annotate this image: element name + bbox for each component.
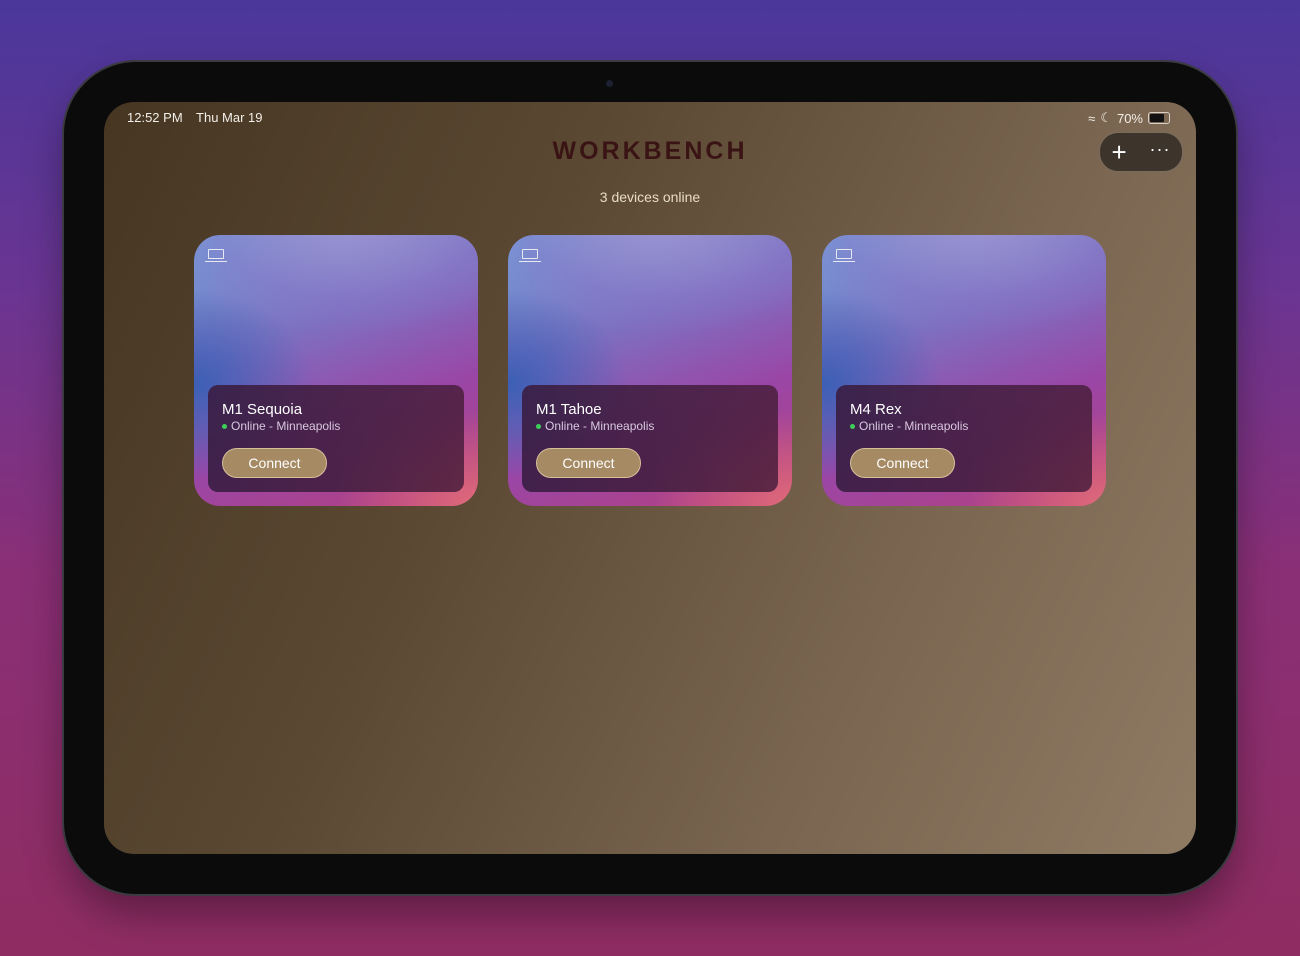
laptop-icon [836, 249, 852, 259]
device-status: Online - Minneapolis [222, 419, 340, 433]
device-name: M1 Sequoia [222, 401, 302, 418]
device-status: Online - Minneapolis [536, 419, 654, 433]
battery-percent: 70% [1117, 111, 1143, 126]
device-info-panel: M1 Sequoia Online - Minneapolis Connect [208, 385, 464, 492]
device-name: M4 Rex [850, 401, 902, 418]
device-card[interactable]: M1 Tahoe Online - Minneapolis Connect [508, 235, 792, 506]
device-status-text: Online - Minneapolis [859, 419, 968, 433]
device-card[interactable]: M1 Sequoia Online - Minneapolis Connect [194, 235, 478, 506]
device-card[interactable]: M4 Rex Online - Minneapolis Connect [822, 235, 1106, 506]
device-info-panel: M4 Rex Online - Minneapolis Connect [836, 385, 1092, 492]
page-title: WORKBENCH [104, 137, 1196, 166]
device-status-text: Online - Minneapolis [231, 419, 340, 433]
status-date: Thu Mar 19 [196, 110, 262, 125]
camera [606, 80, 613, 87]
online-dot-icon [222, 424, 227, 429]
online-dot-icon [850, 424, 855, 429]
online-dot-icon [536, 424, 541, 429]
connect-button[interactable]: Connect [536, 448, 641, 478]
devices-online-count: 3 devices online [104, 189, 1196, 205]
laptop-icon [208, 249, 224, 259]
battery-icon [1148, 112, 1170, 124]
connect-button[interactable]: Connect [222, 448, 327, 478]
wifi-icon: ≈ [1088, 111, 1095, 126]
laptop-icon [522, 249, 538, 259]
status-bar-right: ≈ ☾ 70% [1088, 110, 1170, 126]
device-status: Online - Minneapolis [850, 419, 968, 433]
toolbar-pill: + ··· [1099, 132, 1183, 172]
status-bar-left: 12:52 PM Thu Mar 19 [127, 110, 273, 125]
device-name: M1 Tahoe [536, 401, 602, 418]
connect-button[interactable]: Connect [850, 448, 955, 478]
moon-icon: ☾ [1100, 110, 1112, 126]
plus-icon[interactable]: + [1111, 139, 1126, 165]
status-time: 12:52 PM [127, 110, 183, 125]
screen: 12:52 PM Thu Mar 19 ≈ ☾ 70% WORKBENCH 3 … [104, 102, 1196, 854]
ellipsis-icon[interactable]: ··· [1150, 139, 1171, 160]
device-info-panel: M1 Tahoe Online - Minneapolis Connect [522, 385, 778, 492]
device-status-text: Online - Minneapolis [545, 419, 654, 433]
